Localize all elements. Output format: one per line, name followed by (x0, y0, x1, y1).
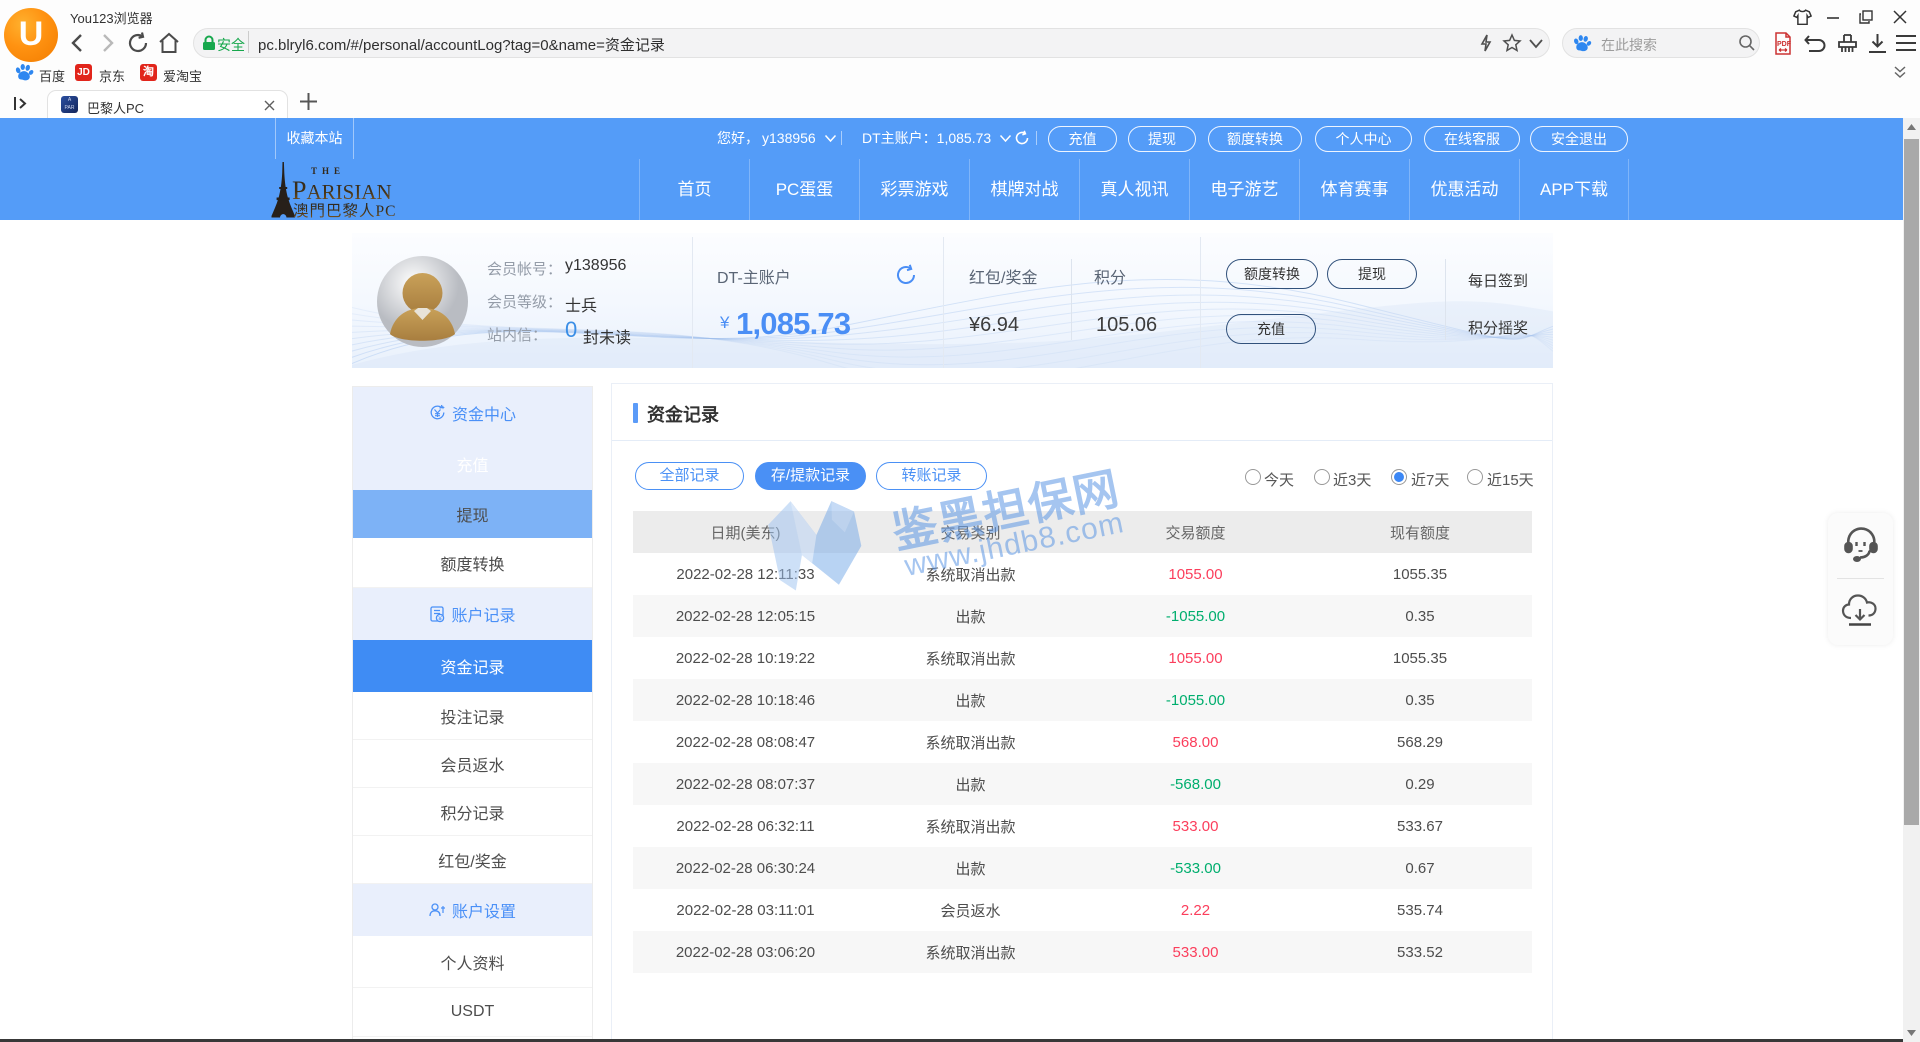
svg-text:PDF: PDF (1777, 41, 1792, 48)
svg-text:澳門巴黎人PC: 澳門巴黎人PC (293, 202, 396, 219)
svg-text:PARISIAN: PARISIAN (292, 176, 392, 205)
svg-text:¥: ¥ (439, 615, 443, 622)
svg-text:THE: THE (311, 166, 345, 176)
